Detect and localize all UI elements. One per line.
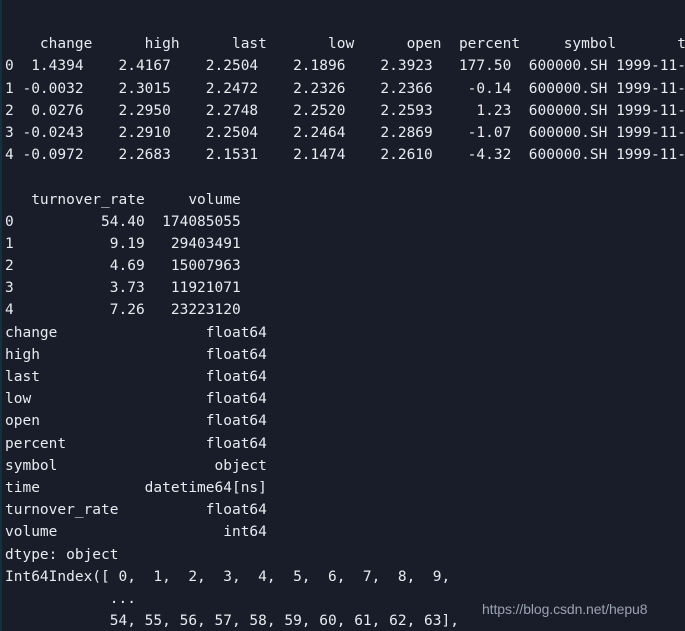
dtype-row: last float64 (5, 369, 267, 385)
dtype-row: symbol object (5, 457, 267, 474)
table-row: 1 -0.0032 2.3015 2.2472 2.2326 2.2366 -0… (5, 80, 685, 97)
dataframe-header-row: change high last low open percent symbol… (5, 36, 685, 53)
console-scroll-area[interactable]: change high last low open percent symbol… (0, 0, 685, 631)
dtype-summary: dtype: object (5, 546, 119, 563)
table-row: 3 -0.0243 2.2910 2.2504 2.2464 2.2869 -1… (5, 124, 685, 141)
table-row: 4 7.26 23223120 (5, 302, 241, 319)
table-row: 2 4.69 15007963 (5, 258, 241, 275)
dtype-row: low float64 (5, 391, 267, 408)
output-blank-line (0, 11, 685, 33)
dtype-row: turnover_rate float64 (5, 502, 267, 519)
table-row: 4 -0.0972 2.2683 2.1531 2.1474 2.2610 -4… (5, 147, 685, 164)
output-blank-line (0, 166, 685, 188)
table-row: 0 1.4394 2.4167 2.2504 2.1896 2.3923 177… (5, 58, 685, 75)
dtype-row: change float64 (5, 324, 267, 341)
dtype-row: volume int64 (5, 524, 267, 541)
table-row: 2 0.0276 2.2950 2.2748 2.2520 2.2593 1.2… (5, 102, 685, 119)
dataframe-continuation-header-row: turnover_rate volume (5, 191, 241, 208)
watermark-url: https://blog.csdn.net/hepu8 (482, 601, 648, 617)
table-row: 3 3.73 11921071 (5, 280, 241, 297)
dtype-row: open float64 (5, 413, 267, 430)
dtype-row: high float64 (5, 346, 267, 363)
dtype-row: time datetime64[ns] (5, 479, 267, 496)
index-repr-line: Int64Index([ 0, 1, 2, 3, 4, 5, 6, 7, 8, … (5, 568, 451, 585)
ipython-console[interactable]: change high last low open percent symbol… (0, 0, 685, 631)
table-row: 0 54.40 174085055 (5, 213, 241, 230)
table-row: 1 9.19 29403491 (5, 235, 241, 252)
dtype-row: percent float64 (5, 435, 267, 452)
